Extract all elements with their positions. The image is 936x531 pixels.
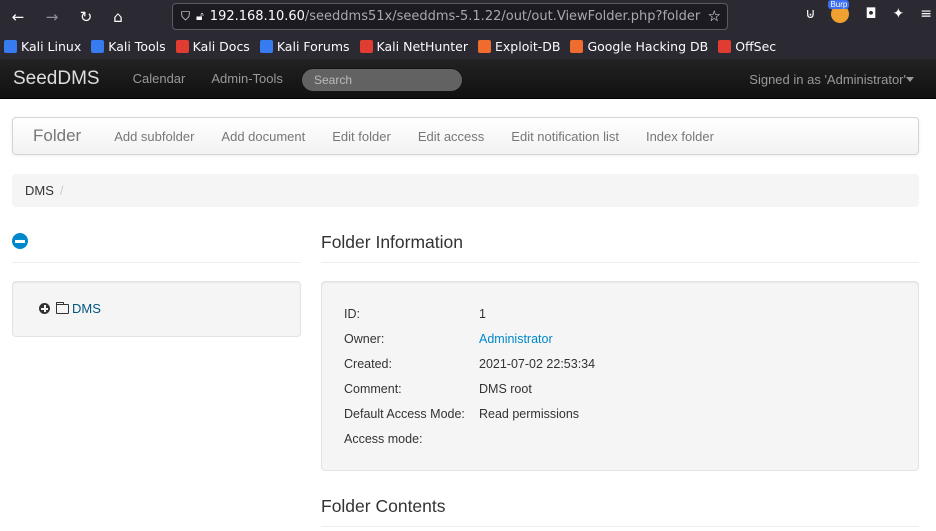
edit-access-link[interactable]: Edit access [418, 129, 484, 144]
info-value: Administrator [479, 326, 595, 351]
info-label: ID: [344, 306, 360, 321]
bookmark-item[interactable]: Kali Linux [4, 39, 81, 54]
bookmark-label: Exploit-DB [495, 38, 561, 54]
home-icon[interactable]: ⌂ [106, 5, 130, 29]
info-value [479, 426, 595, 451]
burp-extension-icon[interactable]: Burp [828, 0, 850, 23]
puzzle-icon[interactable]: ✦ [893, 6, 905, 22]
info-label: Access mode: [344, 431, 423, 446]
url-host: 192.168.10.60 [209, 9, 305, 24]
bookmark-favicon-icon [175, 39, 189, 53]
folder-tree: DMS [12, 281, 301, 337]
lock-icon[interactable]: 🔓︎ [196, 9, 204, 24]
info-label: Default Access Mode: [344, 406, 465, 421]
index-folder-link[interactable]: Index folder [646, 129, 714, 144]
bookmark-favicon-icon [478, 39, 492, 53]
bookmark-favicon-icon [570, 39, 584, 53]
bookmark-favicon-icon [91, 39, 105, 53]
forward-icon[interactable]: → [40, 5, 64, 29]
bookmark-item[interactable]: Kali Tools [91, 38, 166, 54]
folder-information-heading: Folder Information [321, 232, 464, 252]
table-row: Created: 2021-07-02 22:53:34 [344, 351, 595, 376]
bookmarks-toolbar: Kali Linux Kali Tools Kali Docs Kali Forums… [0, 33, 936, 59]
folder-subnav: Folder Add subfolder Add document Edit f… [12, 117, 919, 155]
bookmark-item[interactable]: Exploit-DB [478, 39, 560, 54]
url-path: /seeddms51x/seeddms-5.1.22/out/out.ViewF… [304, 9, 701, 24]
breadcrumb: DMS / [12, 174, 919, 207]
collapse-icon[interactable] [12, 233, 28, 249]
folder-info-table: ID: 1 Owner: Administrator Created: 2021… [344, 301, 595, 451]
shield-icon[interactable]: ⛉ [181, 9, 190, 24]
bookmark-label: OffSec [735, 38, 777, 54]
breadcrumb-root[interactable]: DMS [25, 183, 54, 198]
edit-folder-link[interactable]: Edit folder [332, 129, 391, 144]
browser-toolbar: ← → ↻ ⌂ ⛉ 🔓︎ 192.168.10.60/seeddms51x/se… [0, 0, 936, 33]
info-label: Created: [344, 356, 392, 371]
info-label: Owner: [344, 331, 385, 346]
extension-icon[interactable]: ◘ [865, 6, 876, 22]
subnav-title[interactable]: Folder [33, 126, 81, 146]
bookmark-item[interactable]: Kali Docs [175, 38, 250, 54]
info-value: 1 [479, 306, 486, 321]
bookmark-favicon-icon [359, 39, 373, 53]
bookmark-item[interactable]: Google Hacking DB [570, 39, 708, 54]
bookmark-label: Kali Docs [192, 38, 250, 54]
add-document-link[interactable]: Add document [221, 129, 305, 144]
menu-icon[interactable]: ≡ [920, 6, 932, 22]
search-input[interactable]: Search [301, 68, 463, 92]
bookmark-label: Google Hacking DB [587, 38, 709, 54]
user-menu[interactable]: Signed in as 'Administrator' [749, 72, 906, 87]
table-row: ID: 1 [344, 301, 595, 326]
bookmark-favicon-icon [259, 39, 273, 53]
bookmark-star-icon[interactable]: ☆ [703, 7, 721, 25]
table-row: Comment: DMS root [344, 376, 595, 401]
address-bar[interactable]: ⛉ 🔓︎ 192.168.10.60/seeddms51x/seeddms-5.… [172, 3, 728, 30]
bookmark-item[interactable]: Kali Forums [259, 38, 350, 54]
bookmark-favicon-icon [718, 39, 732, 53]
info-value: Read permissions [479, 406, 580, 421]
brand-link[interactable]: SeedDMS [13, 68, 100, 90]
pocket-icon[interactable]: ⊍ [805, 6, 815, 22]
reload-icon[interactable]: ↻ [74, 5, 98, 29]
burp-label: Burp [828, 0, 850, 9]
folder-information-panel: ID: 1 Owner: Administrator Created: 2021… [321, 281, 919, 471]
table-row: Owner: Administrator [344, 326, 595, 351]
bookmark-item[interactable]: OffSec [718, 39, 776, 54]
bookmark-label: Kali Tools [108, 38, 166, 54]
info-label: Comment: [344, 381, 402, 396]
bookmark-label: Kali Linux [21, 38, 82, 54]
breadcrumb-separator: / [59, 183, 64, 198]
divider [12, 262, 301, 263]
main-navbar: SeedDMS Calendar Admin-Tools Search Sign… [0, 59, 936, 99]
tree-node-dms[interactable]: DMS [39, 301, 101, 316]
nav-link-admin-tools[interactable]: Admin-Tools [211, 71, 283, 86]
bookmark-label: Kali Forums [276, 38, 350, 54]
add-subfolder-link[interactable]: Add subfolder [114, 129, 194, 144]
table-row: Access mode: [344, 426, 595, 451]
bookmark-item[interactable]: Kali NetHunter [359, 38, 469, 54]
back-icon[interactable]: ← [6, 5, 30, 29]
divider [321, 262, 919, 263]
chevron-down-icon[interactable] [906, 77, 914, 82]
table-row: Default Access Mode: Read permissions [344, 401, 595, 426]
tree-node-label[interactable]: DMS [72, 301, 101, 316]
expand-plus-icon[interactable] [39, 303, 50, 314]
edit-notification-list-link[interactable]: Edit notification list [511, 129, 619, 144]
divider [321, 526, 919, 527]
nav-link-calendar[interactable]: Calendar [133, 71, 186, 86]
folder-icon [56, 301, 69, 314]
folder-contents-heading: Folder Contents [321, 496, 446, 516]
info-value: DMS root [479, 381, 532, 396]
info-value: 2021-07-02 22:53:34 [479, 356, 596, 371]
bookmark-favicon-icon [4, 39, 17, 53]
owner-link[interactable]: Administrator [479, 332, 553, 346]
bookmark-label: Kali NetHunter [376, 38, 469, 54]
